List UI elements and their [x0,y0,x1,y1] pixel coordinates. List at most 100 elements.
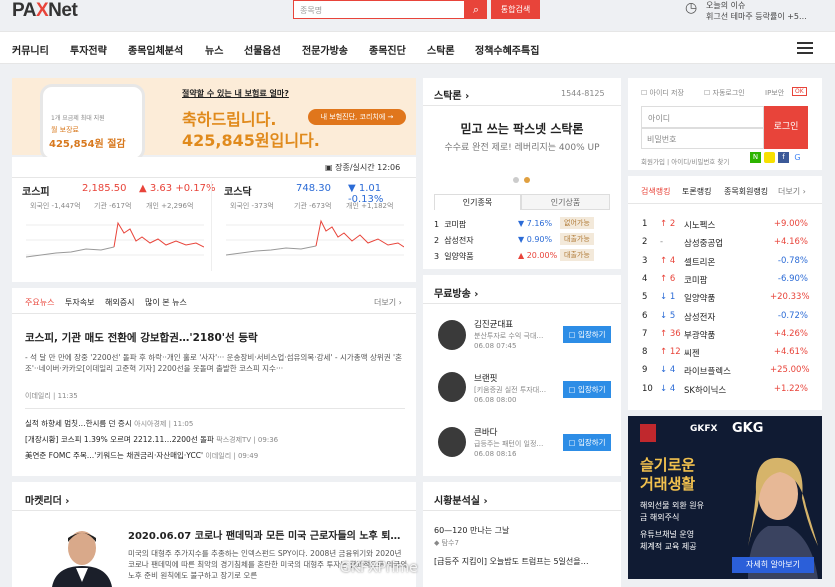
kospi-change: ▲ 3.63 +0.17% [139,183,216,194]
nav-item[interactable]: 투자전략 [70,42,107,57]
news-card: 주요뉴스 투자속보 해외증시 많이 본 뉴스 더보기 › 코스피, 기관 매도 … [12,288,416,476]
rank-change: -0.72% [777,310,808,321]
google-icon[interactable]: G [792,152,803,163]
rank-change: +1.22% [773,383,808,394]
insurance-banner[interactable]: 1개 요금제 최대 지원 월 보장료 425,854원 절감 절약할 수 있는 … [12,78,416,161]
nav-item[interactable]: 커뮤니티 [12,42,49,57]
menu-icon[interactable] [797,42,813,54]
club-crest-icon [640,424,656,442]
save-id-checkbox[interactable]: ☐ 아이디 저장 [641,88,684,98]
broadcaster-avatar [438,427,466,457]
nav-item[interactable]: 정책수혜주특집 [475,42,539,57]
search-input[interactable]: 종목명 [293,0,465,19]
kosdaq-chart[interactable] [226,215,404,269]
tab-search-ranking[interactable]: 검색랭킹 [641,186,670,197]
ip-security-toggle[interactable]: OK [792,87,807,96]
tab-member-ranking[interactable]: 종목회원랭킹 [724,186,768,197]
tab-main-news[interactable]: 주요뉴스 [25,297,54,308]
rank-stock-name[interactable]: 시노펙스 [684,219,715,231]
ranking-row[interactable]: 7 ↑ 36 부광약품 +4.26% [642,329,812,345]
rank-stock-name[interactable]: 코미팜 [684,274,707,286]
rank-stock-name[interactable]: 씨젠 [684,347,700,359]
analysis-item[interactable]: [급등주 지킴이] 오늘밤도 트럼프는 5일선을… [434,556,614,567]
enter-broadcast-button[interactable]: ▢ 입장하기 [563,381,611,398]
rank-stock-name[interactable]: SK하이닉스 [684,384,726,396]
rank-stock-name[interactable]: 일양약품 [684,292,715,304]
analysis-item[interactable]: 60—120 만나는 그날 [434,525,509,536]
join-links[interactable]: 회원가입 | 아이디/비밀번호 찾기 [641,156,729,166]
integrated-search-button[interactable]: 통합검색 [491,0,540,19]
news-summary[interactable]: - 석 달 만 만에 장중 '2200선' 돌파 후 하락··개인 홀로 '사자… [25,352,405,374]
kosdaq-label[interactable]: 코스닥 [224,183,252,198]
password-field[interactable]: 비밀번호 [641,128,764,149]
facebook-icon[interactable]: f [778,152,789,163]
issue-notice[interactable]: 오늘의 이슈 휘그선 테마주 등락률이 +5... [706,0,807,22]
broadcast-title[interactable]: 무료방송 › [434,285,478,300]
nav-item[interactable]: 뉴스 [205,42,223,57]
ad-cta-button[interactable]: 자세히 알아보기 [732,557,814,573]
enter-broadcast-button[interactable]: ▢ 입장하기 [563,326,611,343]
stockloan-row[interactable]: 3 일양약품 ▲ 20.00% 대출가능 [434,249,610,262]
naver-icon[interactable]: N [750,152,761,163]
stockloan-row[interactable]: 2 삼성전자 ▼ 0.90% 대출가능 [434,233,610,246]
stockloan-card: 스탁론 › 1544-8125 믿고 쓰는 팍스넷 스탁론 수수료 완전 제로!… [423,78,621,269]
ranking-row[interactable]: 4 ↑ 6 코미팜 -6.90% [642,274,812,290]
tab-discussion-ranking[interactable]: 토론랭킹 [682,186,711,197]
tab-breaking[interactable]: 투자속보 [65,297,94,308]
insurance-cta-button[interactable]: 내 보험진단, 코리치에 → [308,109,406,125]
rank-move: ↓ 1 [660,292,676,303]
rank-change: +4.16% [773,237,808,248]
ranking-row[interactable]: 2 - 삼성중공업 +4.16% [642,237,812,253]
nav-item[interactable]: 종목진단 [369,42,406,57]
ranking-row[interactable]: 10 ↓ 4 SK하이닉스 +1.22% [642,384,812,400]
search-icon[interactable]: ⌕ [465,0,487,19]
clock-icon: ◷ [685,0,698,16]
kakao-icon[interactable] [764,152,775,163]
nav-item[interactable]: 선물옵션 [244,42,281,57]
tab-overseas[interactable]: 해외증시 [105,297,134,308]
nav-item[interactable]: 스탁론 [427,42,455,57]
nav-item[interactable]: 종목입체분석 [128,42,183,57]
analysis-title[interactable]: 시황분석실 › [434,492,488,507]
stockloan-headline[interactable]: 믿고 쓰는 팍스넷 스탁론 [423,120,621,137]
kospi-label[interactable]: 코스피 [22,183,50,198]
tab-popular-stocks[interactable]: 인기종목 [434,194,521,210]
tab-most-viewed[interactable]: 많이 본 뉴스 [145,297,187,308]
gkfx-logo: GKFX [690,424,718,434]
login-button[interactable]: 로그인 [764,106,808,149]
carousel-dot[interactable] [524,177,530,183]
ranking-row[interactable]: 9 ↓ 4 라이브플렉스 +25.00% [642,365,812,381]
rank-stock-name[interactable]: 셀트리온 [684,256,715,268]
ranking-row[interactable]: 6 ↓ 5 삼성전자 -0.72% [642,311,812,327]
ranking-row[interactable]: 3 ↑ 4 셀트리온 -0.78% [642,256,812,272]
news-headline[interactable]: 코스피, 기관 매도 전환에 강보합권…'2180'선 등락 [25,330,258,345]
ranking-row[interactable]: 5 ↓ 1 일양약품 +20.33% [642,292,812,308]
tab-popular-products[interactable]: 인기상품 [521,194,610,210]
leader-headline[interactable]: 2020.06.07 코로나 팬데믹과 모든 미국 근로자들의 노후 퇴… [128,527,410,542]
stockloan-row[interactable]: 1 코미팜 ▼ 7.16% 없어가능 [434,217,610,230]
rank-stock-name[interactable]: 삼성중공업 [684,237,723,249]
rank-stock-name[interactable]: 라이브플렉스 [684,365,731,377]
nav-item[interactable]: 전문가방송 [302,42,348,57]
rank-stock-name[interactable]: 삼성전자 [684,311,715,323]
stockloan-title[interactable]: 스탁론 › [434,87,469,102]
ranking-more-link[interactable]: 더보기 › [778,186,806,197]
paxnet-logo[interactable]: PAXNet [12,0,78,22]
news-list-item[interactable]: [개장시황] 코스피 1.39% 오르며 2212.11…2200선 돌파 팍스… [25,434,278,445]
id-field[interactable]: 아이디 [641,106,764,128]
carousel-dot[interactable] [513,177,519,183]
news-more-link[interactable]: 더보기 › [374,297,402,308]
rank-change: +25.00% [770,365,810,376]
rank-move: - [660,237,664,248]
news-list-item[interactable]: 美연준 FOMC 주목…'키워드는 채권금리·자산매입·YCC' 이데일리 | … [25,450,258,461]
ranking-row[interactable]: 1 ↑ 2 시노펙스 +9.00% [642,219,812,235]
gkfx-ad-banner[interactable]: GKFX GKG 슬기로운 거래생활 해외선물 외환 원유 금 해외주식 유튜브… [628,416,822,579]
kospi-chart[interactable] [26,215,204,269]
auto-login-checkbox[interactable]: ☐ 자동로그인 [704,88,745,98]
rank-stock-name[interactable]: 부광약품 [684,329,715,341]
news-list-item[interactable]: 실적 하향세 멈칫…한시름 던 증시 아시아경제 | 11:05 [25,418,193,429]
rank-move: ↑ 12 [660,347,681,358]
market-leader-title[interactable]: 마켓리더 › [25,492,69,507]
enter-broadcast-button[interactable]: ▢ 입장하기 [563,434,611,451]
ranking-row[interactable]: 8 ↑ 12 씨젠 +4.61% [642,347,812,363]
